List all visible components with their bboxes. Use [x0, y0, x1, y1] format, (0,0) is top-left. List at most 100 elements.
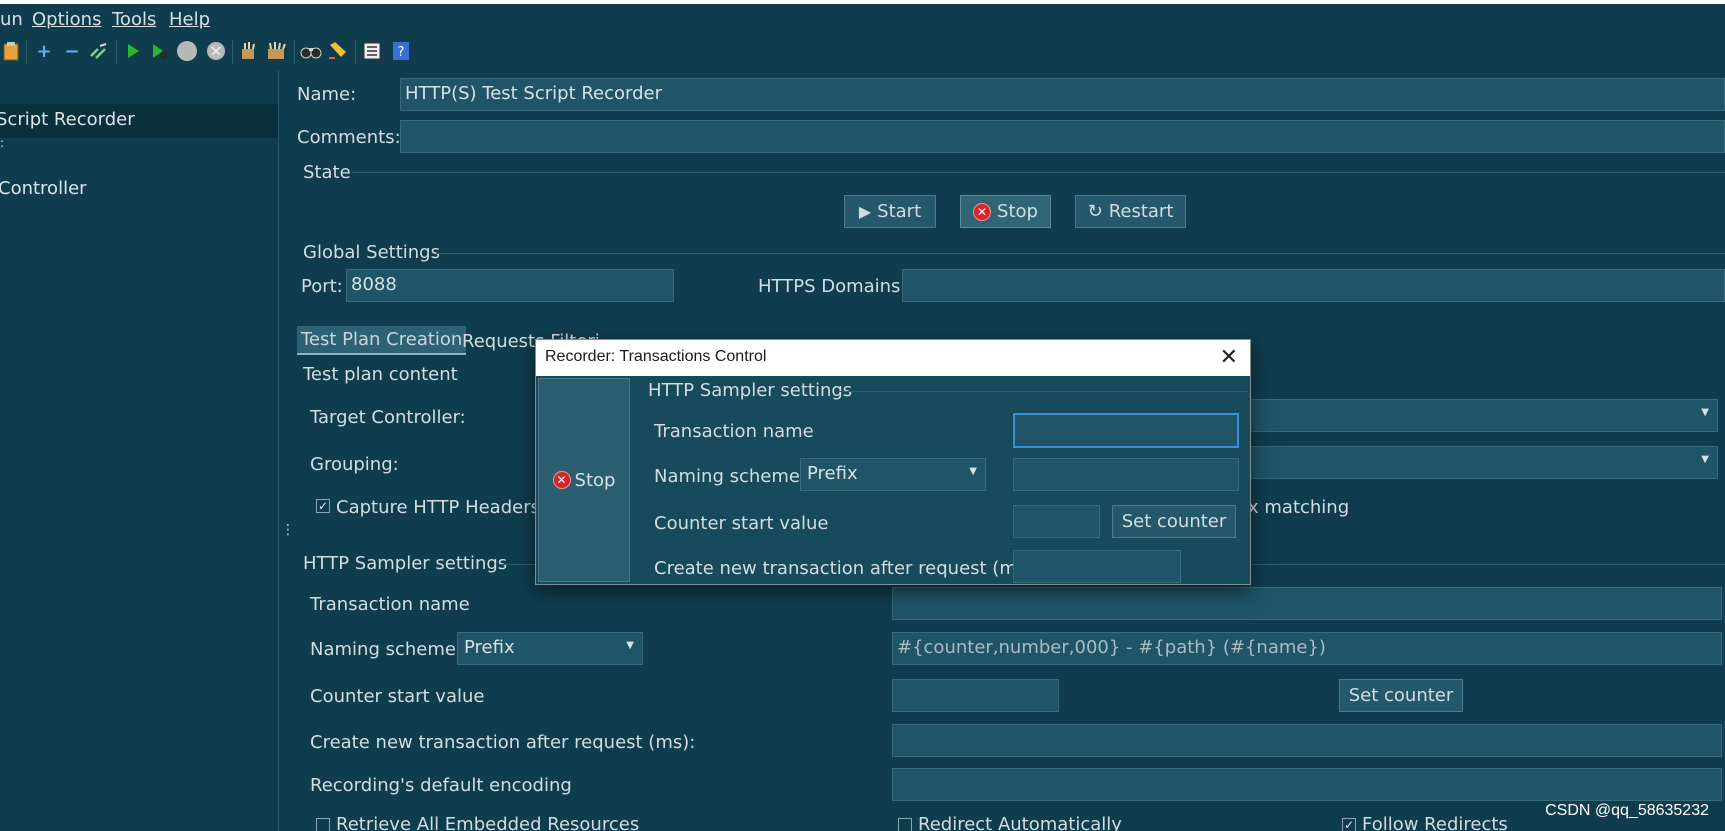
dialog-naming-scheme-label: Naming scheme: [654, 466, 800, 487]
test-plan-content-label: Test plan content: [303, 364, 458, 385]
default-encoding-field[interactable]: [892, 768, 1722, 801]
capture-headers-label: Capture HTTP Headers: [336, 497, 540, 518]
menu-options[interactable]: Options: [32, 9, 101, 30]
start-button[interactable]: ▶ Start: [844, 195, 936, 228]
target-controller-label: Target Controller:: [310, 407, 466, 428]
transaction-name-field[interactable]: [892, 587, 1722, 620]
menu-bar: un Options Tools Help: [0, 4, 1725, 34]
https-domains-label: HTTPS Domains:: [758, 276, 907, 297]
toolbar-separator: [355, 40, 356, 64]
menu-help-label: Help: [169, 9, 211, 30]
follow-redirects-label: Follow Redirects: [1362, 814, 1508, 831]
new-transaction-field[interactable]: [892, 724, 1722, 757]
toolbar: + − ?: [0, 36, 1725, 68]
reset-search-icon[interactable]: [327, 40, 349, 62]
target-controller-select[interactable]: ▼: [1240, 399, 1718, 432]
stop-button[interactable]: ✕ Stop: [960, 195, 1051, 228]
global-settings-label: Global Settings: [303, 242, 440, 263]
stop-icon: ✕: [552, 471, 571, 489]
clear-icon[interactable]: [238, 40, 260, 62]
dialog-counter-start-field[interactable]: [1013, 505, 1100, 538]
counter-start-field[interactable]: [892, 679, 1059, 712]
clipboard-icon[interactable]: [0, 40, 22, 62]
chevron-down-icon: ▼: [1701, 454, 1709, 465]
set-counter-button[interactable]: Set counter: [1339, 679, 1463, 712]
clear-all-icon[interactable]: [266, 40, 288, 62]
capture-headers-checkbox[interactable]: ✓: [316, 499, 330, 513]
dialog-transaction-name-field[interactable]: [1013, 413, 1239, 448]
name-label: Name:: [297, 84, 357, 105]
refresh-icon: ↻: [1087, 201, 1103, 222]
retrieve-resources-checkbox[interactable]: [316, 818, 330, 831]
dialog-naming-format-field[interactable]: [1013, 458, 1239, 491]
naming-scheme-label: Naming scheme: [310, 639, 456, 660]
transactions-control-dialog: Recorder: Transactions Control ✕ ✕ Stop …: [535, 339, 1251, 585]
function-helper-icon[interactable]: [361, 40, 383, 62]
stop-icon[interactable]: [176, 40, 198, 62]
name-field[interactable]: HTTP(S) Test Script Recorder: [400, 78, 1725, 111]
tab-test-plan-creation[interactable]: Test Plan Creation: [297, 326, 467, 355]
grouping-label: Grouping:: [310, 454, 399, 475]
remove-icon[interactable]: −: [61, 40, 83, 62]
port-field[interactable]: 8088: [346, 269, 674, 302]
watermark: CSDN @qq_58635232: [1545, 802, 1709, 819]
counter-start-label: Counter start value: [310, 686, 485, 707]
search-icon[interactable]: [300, 40, 322, 62]
dialog-stop-label: Stop: [574, 469, 616, 491]
svg-text:?: ?: [398, 45, 405, 60]
set-counter-label: Set counter: [1348, 685, 1454, 706]
menu-run[interactable]: un: [0, 9, 23, 30]
panel-splitter[interactable]: ⋮: [278, 70, 295, 831]
tab-test-plan-creation-label: Test Plan Creation: [301, 329, 463, 350]
redirect-auto-checkbox[interactable]: [898, 818, 912, 831]
toggle-icon[interactable]: [88, 40, 110, 62]
menu-tools[interactable]: Tools: [112, 9, 156, 30]
restart-button[interactable]: ↻ Restart: [1075, 195, 1186, 228]
menu-help[interactable]: Help: [169, 9, 210, 30]
state-group-border: [352, 172, 1725, 173]
https-domains-field[interactable]: [902, 269, 1725, 302]
naming-scheme-select[interactable]: Prefix ▼: [457, 632, 643, 665]
transaction-name-label: Transaction name: [310, 594, 470, 615]
dialog-set-counter-button[interactable]: Set counter: [1112, 505, 1236, 538]
play-icon: ▶: [858, 202, 872, 221]
dialog-new-transaction-field[interactable]: [1013, 550, 1181, 583]
grouping-select[interactable]: ▼: [1240, 446, 1718, 479]
comments-field[interactable]: [400, 120, 1725, 153]
new-transaction-label: Create new transaction after request (ms…: [310, 732, 696, 753]
help-icon[interactable]: ?: [390, 40, 412, 62]
start-button-label: Start: [877, 201, 922, 222]
dialog-stop-button[interactable]: ✕ Stop: [538, 378, 630, 582]
default-encoding-label: Recording's default encoding: [310, 775, 572, 796]
start-icon[interactable]: [122, 40, 144, 62]
shutdown-icon[interactable]: [205, 40, 227, 62]
dialog-section-label: HTTP Sampler settings: [648, 380, 853, 401]
toolbar-separator: [116, 40, 117, 64]
stop-icon: ✕: [973, 202, 992, 221]
http-sampler-settings-label: HTTP Sampler settings: [303, 553, 508, 574]
dialog-counter-start-label: Counter start value: [654, 513, 829, 534]
naming-format-field[interactable]: #{counter,number,000} - #{path} (#{name}…: [892, 632, 1722, 665]
comments-label: Comments:: [297, 127, 401, 148]
splitter-grip-icon[interactable]: ⋮: [281, 522, 295, 538]
start-no-pause-icon[interactable]: [149, 40, 171, 62]
dialog-title-bar[interactable]: Recorder: Transactions Control ✕: [536, 340, 1250, 376]
chevron-down-icon: ▼: [1701, 407, 1709, 418]
close-icon[interactable]: ✕: [1220, 344, 1238, 370]
dialog-naming-scheme-select[interactable]: Prefix ▼: [800, 458, 986, 491]
dialog-section-border: [838, 391, 1248, 392]
dialog-title: Recorder: Transactions Control: [545, 348, 767, 365]
redirect-auto-label: Redirect Automatically: [918, 814, 1122, 831]
toolbar-separator: [294, 40, 295, 64]
test-plan-tree: Script Recorder : Controller: [0, 70, 278, 831]
dialog-new-transaction-label: Create new transaction after request (ms…: [654, 558, 1040, 579]
tree-item-controller[interactable]: Controller: [0, 178, 87, 199]
global-settings-border: [436, 253, 1725, 254]
follow-redirects-checkbox[interactable]: ✓: [1342, 818, 1356, 831]
port-label: Port:: [301, 276, 343, 297]
menu-tools-label: Tools: [112, 9, 157, 30]
add-icon[interactable]: +: [33, 40, 55, 62]
dialog-naming-scheme-value: Prefix: [807, 463, 858, 484]
tree-item-partial[interactable]: :: [0, 136, 4, 150]
tree-item-script-recorder[interactable]: Script Recorder: [0, 109, 135, 130]
